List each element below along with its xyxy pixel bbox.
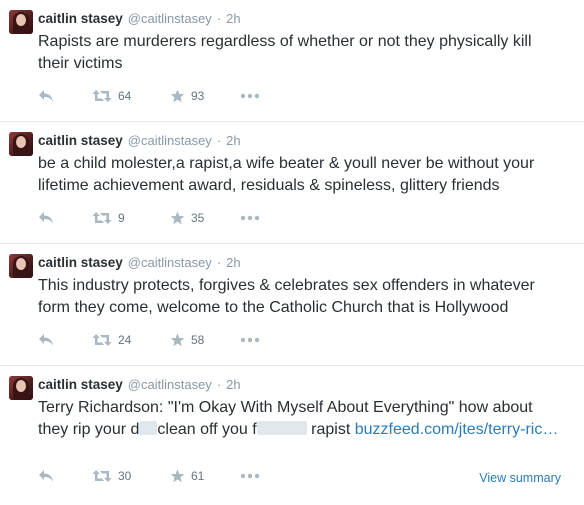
star-icon <box>170 333 185 347</box>
user-handle[interactable]: @caitlinstasey <box>128 254 212 272</box>
star-icon <box>170 469 185 483</box>
tweet-actions: 9 35 <box>38 209 574 227</box>
tweet-timestamp[interactable]: 2h <box>226 132 240 150</box>
tweet-timestamp[interactable]: 2h <box>226 254 240 272</box>
reply-button[interactable] <box>38 89 92 103</box>
tweet-timestamp[interactable]: 2h <box>226 376 240 394</box>
tweet[interactable]: caitlin stasey @caitlinstasey · 2h be a … <box>0 122 584 244</box>
separator: · <box>216 377 222 392</box>
favorite-button[interactable]: 58 <box>170 333 240 347</box>
reply-button[interactable] <box>38 333 92 347</box>
tweet-link[interactable]: buzzfeed.com/jtes/terry-ric… <box>355 421 559 438</box>
reply-icon <box>39 90 53 102</box>
avatar[interactable] <box>9 10 33 34</box>
reply-icon <box>39 334 53 346</box>
retweet-button[interactable]: 24 <box>92 333 170 347</box>
retweet-count: 64 <box>118 89 132 103</box>
star-icon <box>170 211 185 225</box>
more-button[interactable] <box>240 473 280 479</box>
retweet-button[interactable]: 64 <box>92 89 170 103</box>
star-icon <box>170 89 185 103</box>
tweet-text: Terry Richardson: "I'm Okay With Myself … <box>38 397 574 441</box>
more-button[interactable] <box>240 337 280 343</box>
retweet-count: 9 <box>118 211 125 225</box>
favorite-count: 93 <box>191 89 205 103</box>
tweet-timestamp[interactable]: 2h <box>226 10 240 28</box>
tweet-actions: 24 58 <box>38 331 574 349</box>
user-handle[interactable]: @caitlinstasey <box>128 376 212 394</box>
retweet-icon <box>92 90 112 102</box>
avatar[interactable] <box>9 254 33 278</box>
tweet[interactable]: caitlin stasey @caitlinstasey · 2h Terry… <box>0 366 584 505</box>
more-dots-icon <box>240 215 260 221</box>
tweet[interactable]: caitlin stasey @caitlinstasey · 2h This … <box>0 244 584 366</box>
tweet-header: caitlin stasey @caitlinstasey · 2h <box>38 130 574 150</box>
tweet-header: caitlin stasey @caitlinstasey · 2h <box>38 374 574 394</box>
retweet-icon <box>92 470 112 482</box>
user-fullname[interactable]: caitlin stasey <box>38 132 123 150</box>
more-dots-icon <box>240 473 260 479</box>
tweet-actions: 30 61 View summary <box>38 467 574 485</box>
tweet-header: caitlin stasey @caitlinstasey · 2h <box>38 252 574 272</box>
favorite-button[interactable]: 93 <box>170 89 240 103</box>
avatar[interactable] <box>9 376 33 400</box>
tweet-text: Rapists are murderers regardless of whet… <box>38 33 532 72</box>
tweet-text: This industry protects, forgives & celeb… <box>38 277 535 316</box>
more-dots-icon <box>240 337 260 343</box>
reply-icon <box>39 212 53 224</box>
favorite-count: 61 <box>191 469 205 483</box>
tweet-text-part: clean off you f <box>157 421 257 438</box>
tweet-header: caitlin stasey @caitlinstasey · 2h <box>38 8 574 28</box>
separator: · <box>216 133 222 148</box>
user-handle[interactable]: @caitlinstasey <box>128 132 212 150</box>
favorite-count: 58 <box>191 333 205 347</box>
user-fullname[interactable]: caitlin stasey <box>38 10 123 28</box>
user-fullname[interactable]: caitlin stasey <box>38 376 123 394</box>
user-handle[interactable]: @caitlinstasey <box>128 10 212 28</box>
tweet-timeline: caitlin stasey @caitlinstasey · 2h Rapis… <box>0 0 584 505</box>
tweet[interactable]: caitlin stasey @caitlinstasey · 2h Rapis… <box>0 0 584 122</box>
favorite-button[interactable]: 61 <box>170 469 240 483</box>
view-summary-link[interactable]: View summary <box>479 471 561 485</box>
more-dots-icon <box>240 93 260 99</box>
retweet-icon <box>92 334 112 346</box>
user-fullname[interactable]: caitlin stasey <box>38 254 123 272</box>
redaction-blur <box>256 421 307 435</box>
favorite-button[interactable]: 35 <box>170 211 240 225</box>
tweet-text: be a child molester,a rapist,a wife beat… <box>38 155 535 194</box>
separator: · <box>216 255 222 270</box>
retweet-button[interactable]: 9 <box>92 211 170 225</box>
favorite-count: 35 <box>191 211 205 225</box>
reply-icon <box>39 470 53 482</box>
retweet-icon <box>92 212 112 224</box>
retweet-button[interactable]: 30 <box>92 469 170 483</box>
redaction-blur <box>139 421 158 435</box>
retweet-count: 30 <box>118 469 132 483</box>
reply-button[interactable] <box>38 211 92 225</box>
reply-button[interactable] <box>38 469 92 483</box>
more-button[interactable] <box>240 93 280 99</box>
more-button[interactable] <box>240 215 280 221</box>
tweet-text-part: rapist <box>306 421 355 438</box>
retweet-count: 24 <box>118 333 132 347</box>
avatar[interactable] <box>9 132 33 156</box>
tweet-actions: 64 93 <box>38 87 574 105</box>
separator: · <box>216 11 222 26</box>
